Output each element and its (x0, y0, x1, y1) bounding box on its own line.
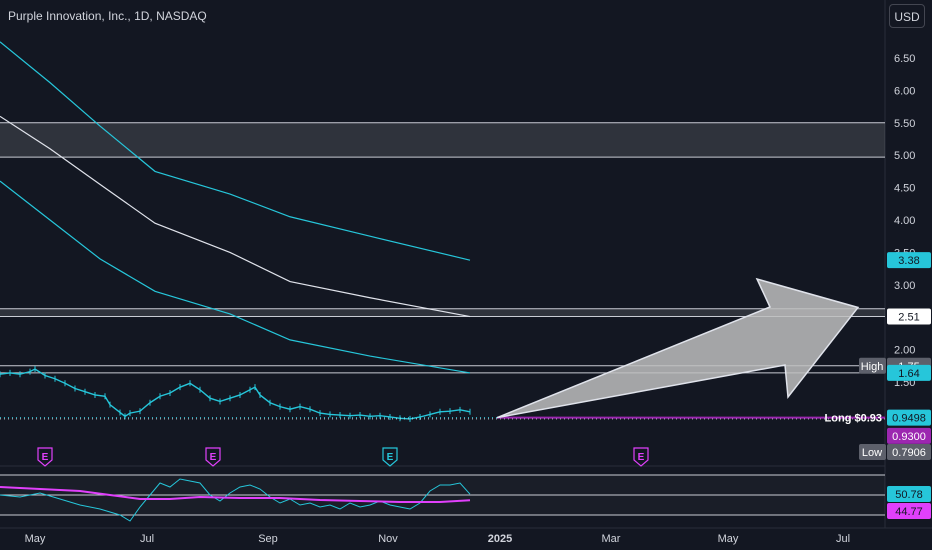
price-label-value: 2.51 (898, 312, 919, 324)
x-tick-label: Jul (836, 533, 850, 545)
earnings-marker-label: E (387, 452, 394, 463)
earnings-marker[interactable]: E (37, 447, 53, 467)
price-label-value: 0.9300 (892, 431, 926, 443)
earnings-marker[interactable]: E (382, 447, 398, 467)
ma-line-2 (0, 180, 471, 374)
x-tick-label: Sep (258, 533, 278, 545)
y-tick-label: 4.50 (894, 183, 915, 195)
y-tick-label: 2.00 (894, 345, 915, 357)
indicator-label-value: 44.77 (895, 506, 923, 518)
y-tick-label: 6.00 (894, 85, 915, 97)
earnings-marker-label: E (638, 452, 645, 463)
x-tick-label: May (25, 533, 46, 545)
price-label-value: 0.9498 (892, 413, 926, 425)
price-label-value: 1.64 (898, 368, 919, 380)
x-tick-label: 2025 (488, 533, 512, 545)
y-tick-label: 4.00 (894, 215, 915, 227)
trend-arrow[interactable] (496, 277, 860, 419)
x-tick-label: Jul (140, 533, 154, 545)
price-label-value: 3.38 (898, 255, 919, 267)
y-tick-label: 6.50 (894, 53, 915, 65)
long-position-tag: Long $0.93 (825, 413, 882, 425)
x-tick-label: Mar (602, 533, 621, 545)
earnings-marker[interactable]: E (205, 447, 221, 467)
chart-canvas[interactable]: 6.506.005.505.004.504.003.503.002.502.00… (0, 0, 932, 550)
earnings-marker-label: E (42, 452, 49, 463)
x-tick-label: Nov (378, 533, 398, 545)
earnings-marker[interactable]: E (633, 447, 649, 467)
earnings-marker-label: E (210, 452, 217, 463)
price-label-value: 0.7906 (892, 447, 926, 459)
resistance-zone (0, 122, 885, 158)
price-tag-label: Low (862, 447, 882, 459)
y-tick-label: 5.50 (894, 118, 915, 130)
x-tick-label: May (718, 533, 739, 545)
price-tag-label: High (861, 361, 884, 373)
indicator-label-value: 50.78 (895, 489, 923, 501)
price-line (0, 368, 471, 420)
y-tick-label: 5.00 (894, 150, 915, 162)
y-tick-label: 3.00 (894, 280, 915, 292)
